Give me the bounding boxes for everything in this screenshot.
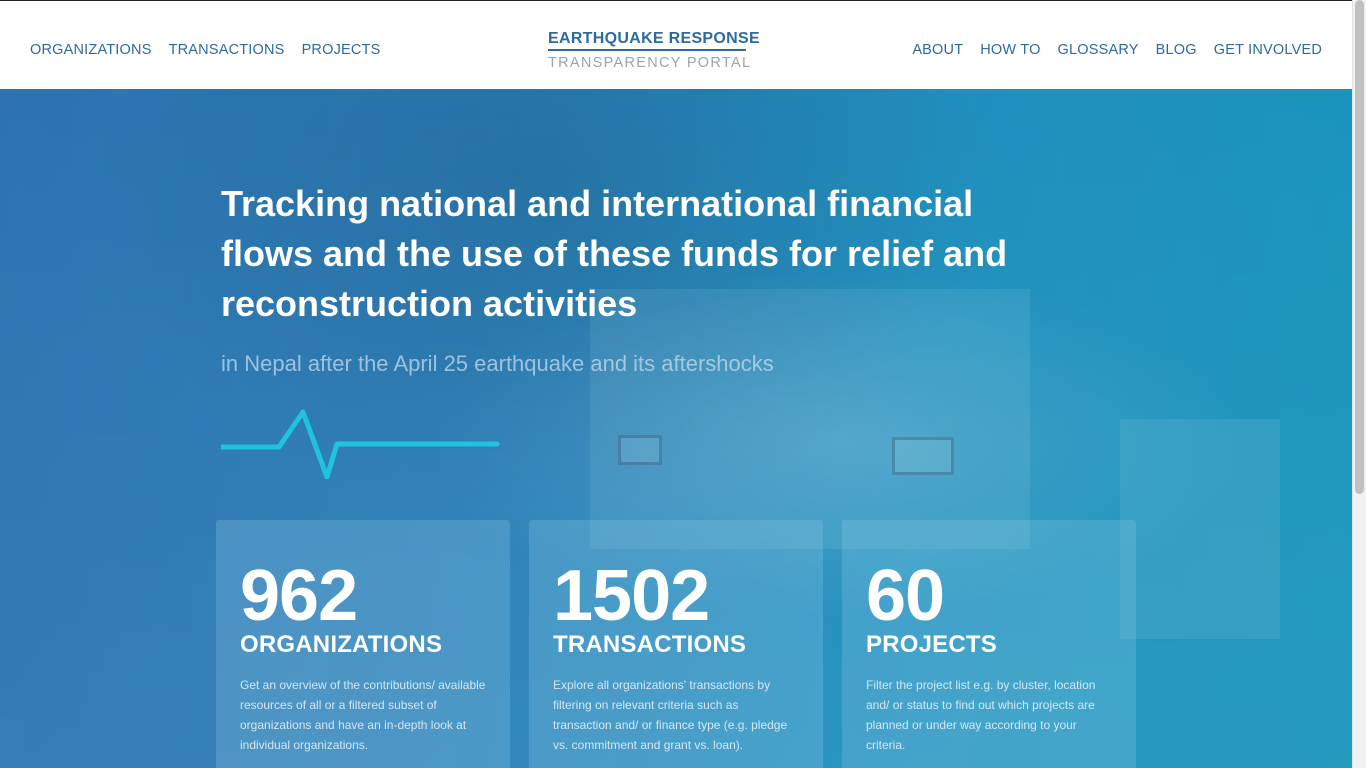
- brand-title: EARTHQUAKE RESPONSE: [548, 30, 760, 51]
- projects-card[interactable]: 60 PROJECTS Filter the project list e.g.…: [842, 520, 1136, 768]
- projects-label: PROJECTS: [866, 631, 997, 658]
- projects-count: 60: [866, 556, 945, 636]
- page-scrollbar[interactable]: [1352, 0, 1366, 768]
- background-ruins-shape: [1120, 419, 1280, 639]
- nav-organizations[interactable]: ORGANIZATIONS: [30, 42, 152, 58]
- nav-blog[interactable]: BLOG: [1156, 42, 1197, 58]
- site-logo[interactable]: EARTHQUAKE RESPONSE TRANSPARENCY PORTAL: [548, 30, 760, 71]
- organizations-count: 962: [240, 556, 358, 636]
- nav-how-to[interactable]: HOW TO: [980, 42, 1040, 58]
- background-window-shape: [618, 435, 662, 465]
- hero-headline: Tracking national and international fina…: [221, 183, 1008, 324]
- scrollbar-thumb[interactable]: [1355, 0, 1364, 494]
- nav-glossary[interactable]: GLOSSARY: [1058, 42, 1139, 58]
- heartbeat-icon: [221, 409, 500, 479]
- organizations-description: Get an overview of the contributions/ av…: [240, 678, 486, 752]
- hero-subline: in Nepal after the April 25 earthquake a…: [221, 351, 774, 376]
- transactions-count: 1502: [553, 556, 710, 636]
- nav-about[interactable]: ABOUT: [912, 42, 963, 58]
- secondary-nav: ABOUT HOW TO GLOSSARY BLOG GET INVOLVED: [912, 42, 1322, 58]
- nav-get-involved[interactable]: GET INVOLVED: [1214, 42, 1322, 58]
- transactions-label: TRANSACTIONS: [553, 631, 747, 658]
- hero-section: Tracking national and international fina…: [0, 89, 1352, 768]
- primary-nav: ORGANIZATIONS TRANSACTIONS PROJECTS: [30, 42, 381, 58]
- transactions-description: Explore all organizations' transactions …: [553, 678, 788, 752]
- top-navigation-bar: ORGANIZATIONS TRANSACTIONS PROJECTS EART…: [0, 0, 1352, 89]
- brand-subtitle: TRANSPARENCY PORTAL: [548, 55, 752, 71]
- nav-projects[interactable]: PROJECTS: [302, 42, 381, 58]
- organizations-card[interactable]: 962 ORGANIZATIONS Get an overview of the…: [216, 520, 510, 768]
- organizations-label: ORGANIZATIONS: [240, 631, 443, 658]
- background-window-shape: [892, 437, 954, 475]
- transactions-card[interactable]: 1502 TRANSACTIONS Explore all organizati…: [529, 520, 823, 768]
- summary-cards: 962 ORGANIZATIONS Get an overview of the…: [216, 520, 1136, 768]
- projects-description: Filter the project list e.g. by cluster,…: [866, 678, 1096, 752]
- nav-transactions[interactable]: TRANSACTIONS: [169, 42, 285, 58]
